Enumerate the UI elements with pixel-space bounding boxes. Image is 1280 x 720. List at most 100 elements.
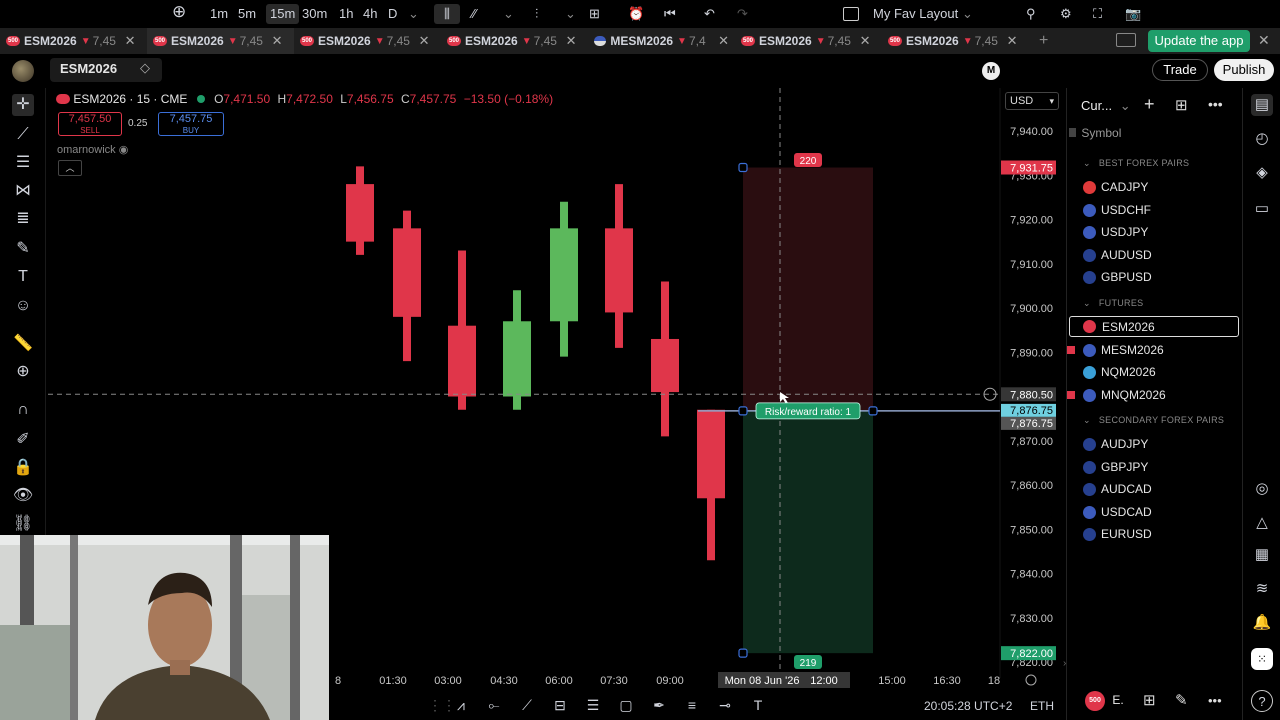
timeframe-15m[interactable]: 15m: [266, 4, 300, 24]
settings-gear-icon[interactable]: ⚙: [1060, 4, 1072, 24]
line-tool-icon[interactable]: ⟋: [518, 696, 536, 714]
symbol-details-bar[interactable]: 500 E.: [1085, 691, 1124, 711]
eye-settings-icon[interactable]: ◇: [140, 60, 150, 76]
watchlist-header[interactable]: Cur... ⌄: [1081, 98, 1131, 114]
timeframe-1h[interactable]: 1h: [339, 4, 353, 24]
timeframe-D[interactable]: D: [388, 4, 397, 24]
eye-icon[interactable]: ◉: [119, 144, 129, 156]
emoji-icon[interactable]: ☺: [12, 295, 34, 317]
redo-icon[interactable]: ↷: [737, 4, 748, 24]
tab-4[interactable]: 500 ESM2026 ▼ 7,45 ✕: [441, 28, 588, 54]
close-tab-icon[interactable]: ✕: [125, 33, 136, 49]
watchlist-more-icon[interactable]: •••: [1208, 96, 1223, 112]
watchlist-item-gbpusd[interactable]: GBPUSD: [1081, 267, 1239, 288]
layout-name[interactable]: My Fav Layout: [873, 4, 958, 24]
fullscreen-icon[interactable]: ⛶: [1093, 4, 1102, 24]
ray-tool-icon[interactable]: ⟜: [485, 696, 503, 714]
symbol-column-header[interactable]: Symbol: [1067, 126, 1241, 140]
pen-tool-icon[interactable]: ✒: [650, 696, 668, 714]
candle-body[interactable]: [393, 228, 421, 317]
watchlist-item-usdchf[interactable]: USDCHF: [1081, 200, 1239, 221]
tab-6[interactable]: 500 ESM2026 ▼ 7,45 ✕: [735, 28, 882, 54]
alerts-clock-icon[interactable]: ◴: [1251, 128, 1273, 150]
indicators-dropdown-icon[interactable]: ⌄: [565, 4, 576, 24]
close-tab-icon[interactable]: ✕: [1007, 33, 1018, 49]
watchlist-item-mesm2026[interactable]: MESM2026: [1067, 340, 1239, 361]
drag-handle[interactable]: [868, 406, 878, 416]
monitor-icon[interactable]: [1116, 33, 1136, 47]
replay-icon[interactable]: ⏮: [664, 4, 676, 24]
link-icon[interactable]: ⛓: [12, 513, 34, 535]
close-window-icon[interactable]: ✕: [1258, 32, 1270, 49]
flag-marker-icon[interactable]: [1067, 345, 1075, 354]
update-app-button[interactable]: Update the app: [1148, 30, 1250, 52]
watchlist-layout-icon[interactable]: ⊞: [1175, 96, 1188, 114]
trend-line-icon[interactable]: ⟋: [12, 124, 34, 146]
text-label-icon[interactable]: T: [749, 696, 767, 714]
chat-icon[interactable]: ▭: [1251, 198, 1273, 220]
candle-body[interactable]: [503, 321, 531, 397]
drag-handle-icon[interactable]: ⋮⋮: [428, 696, 456, 714]
watchlist-item-cadjpy[interactable]: CADJPY: [1081, 177, 1239, 198]
tab-7[interactable]: 500 ESM2026 ▼ 7,45 ✕: [882, 28, 1029, 54]
apps-grid-icon[interactable]: ⁙: [1251, 648, 1273, 670]
timeframe-4h[interactable]: 4h: [363, 4, 377, 24]
help-icon[interactable]: ?: [1251, 690, 1273, 712]
candle-body[interactable]: [448, 325, 476, 397]
symbol-search-box[interactable]: ESM2026 ◇: [50, 58, 162, 82]
watchlist-icon[interactable]: ▤: [1251, 94, 1273, 116]
target-zone[interactable]: [743, 167, 873, 411]
tab-1[interactable]: 500 ESM2026 ▼ 7,45 ✕: [0, 28, 147, 54]
news-feed-icon[interactable]: ≋: [1251, 578, 1273, 600]
collapse-legend-button[interactable]: ︿: [58, 160, 82, 176]
close-tab-icon[interactable]: ✕: [718, 33, 729, 49]
close-tab-icon[interactable]: ✕: [860, 33, 871, 49]
details-layout-icon[interactable]: ⊞: [1143, 691, 1156, 709]
watchlist-item-audcad[interactable]: AUDCAD: [1081, 479, 1239, 500]
buy-button[interactable]: 7,457.75 BUY: [158, 112, 224, 136]
horizontal-ray-icon[interactable]: ⊸: [716, 696, 734, 714]
time-axis-settings-icon[interactable]: [1025, 674, 1037, 686]
timeframe-dropdown-icon[interactable]: ⌄: [408, 4, 419, 24]
timeframe-30m[interactable]: 30m: [302, 4, 327, 24]
tab-5[interactable]: MESM2026 ▼ 7,4 ✕: [588, 28, 735, 54]
target-icon[interactable]: ◎: [1251, 478, 1273, 500]
candle-body[interactable]: [605, 228, 633, 313]
lock-icon[interactable]: 🔒: [12, 457, 34, 479]
ideas-icon[interactable]: △: [1251, 512, 1273, 534]
watchlist-item-audusd[interactable]: AUDUSD: [1081, 245, 1239, 266]
camera-snapshot-icon[interactable]: 📷: [1125, 4, 1141, 24]
currency-select[interactable]: USD ▾: [1005, 92, 1059, 110]
watchlist-item-nqm2026[interactable]: NQM2026: [1081, 362, 1239, 383]
new-tab-icon[interactable]: +: [1039, 32, 1048, 50]
magnet-icon[interactable]: ∩: [12, 399, 34, 421]
close-tab-icon[interactable]: ✕: [566, 33, 577, 49]
chart-type-dropdown-icon[interactable]: ⌄: [503, 4, 514, 24]
text-tool-icon[interactable]: T: [12, 266, 34, 288]
watchlist-item-usdcad[interactable]: USDCAD: [1081, 502, 1239, 523]
channel-tool-icon[interactable]: ☰: [584, 696, 602, 714]
drag-handle[interactable]: [738, 648, 748, 658]
watchlist-item-gbpjpy[interactable]: GBPJPY: [1081, 457, 1239, 478]
trade-button[interactable]: Trade: [1152, 59, 1208, 81]
visibility-eye-icon[interactable]: 👁: [12, 485, 34, 507]
panel-expand-icon[interactable]: ›: [1063, 658, 1066, 669]
flag-marker-icon[interactable]: [1067, 390, 1075, 399]
rectangle-tool-icon[interactable]: ▢: [617, 696, 635, 714]
crosshair-icon[interactable]: ✛: [12, 94, 34, 116]
watchlist-section-header[interactable]: ⌄ SECONDARY FOREX PAIRS: [1083, 415, 1224, 426]
undo-icon[interactable]: ↶: [704, 4, 715, 24]
publish-button[interactable]: Publish: [1214, 59, 1274, 81]
close-tab-icon[interactable]: ✕: [272, 33, 283, 49]
session-label[interactable]: ETH: [1030, 699, 1054, 713]
layouts-grid-icon[interactable]: ⊞: [589, 4, 600, 24]
watchlist-item-eurusd[interactable]: EURUSD: [1081, 524, 1239, 545]
path-tool-icon[interactable]: ⩘: [452, 696, 470, 714]
stop-zone[interactable]: [743, 410, 873, 654]
candles-chart-type-icon[interactable]: ⫼: [434, 4, 460, 24]
calendar-icon[interactable]: ▦: [1251, 544, 1273, 566]
line-chart-icon[interactable]: ⁄⁄: [472, 4, 476, 24]
watchlist-item-mnqm2026[interactable]: MNQM2026: [1067, 385, 1239, 406]
details-edit-icon[interactable]: ✎: [1175, 691, 1188, 709]
pattern-tool-icon[interactable]: ⋈: [12, 180, 34, 202]
